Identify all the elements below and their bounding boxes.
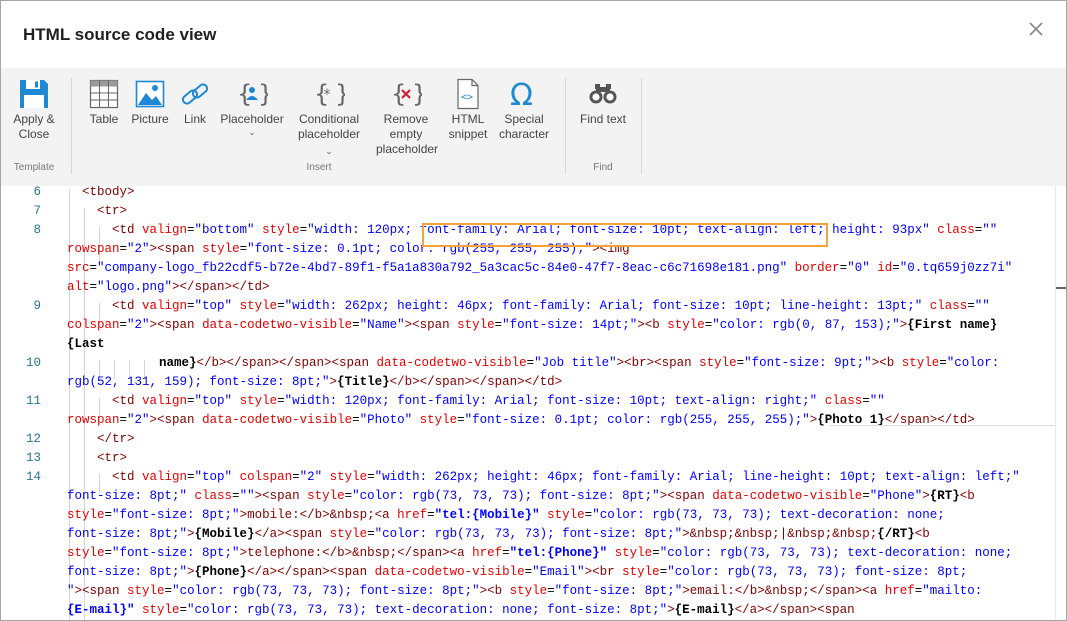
code-editor[interactable]: 6 7 8 9 10 11 12 13 14 <tbody> <tr> <td … [1, 186, 1055, 620]
code-line: <td valign="top" colspan="2" style="widt… [112, 470, 1020, 484]
svg-text:}: } [335, 80, 345, 108]
table-button[interactable]: Table [84, 78, 124, 127]
code-line: </tr> [97, 432, 135, 446]
placeholder-icon: { } [217, 78, 287, 110]
code-line: {E-mail}" style="color: rgb(73, 73, 73);… [67, 603, 855, 617]
code-line: <tr> [97, 204, 128, 218]
remove-empty-placeholder-button[interactable]: { } Remove empty placeholder [373, 78, 439, 157]
html-snippet-icon: <> [445, 78, 491, 110]
line-number: 13 [25, 451, 41, 465]
code-line: name}</b></span></span><span data-codetw… [159, 356, 1000, 370]
code-line: <tr> [97, 451, 128, 465]
special-character-button[interactable]: Ω Special character [495, 78, 553, 142]
code-line: font-size: 8pt;" class=""><span style="c… [67, 489, 975, 503]
highlight-box [422, 223, 828, 247]
scroll-position-marker [1056, 287, 1066, 289]
apply-close-button[interactable]: Apply & Close [7, 78, 61, 142]
line-number: 10 [25, 356, 41, 370]
group-label-template: Template [13, 162, 55, 173]
line-number: 14 [25, 470, 41, 484]
code-line: style="font-size: 8pt;">telephone:</b>&n… [67, 546, 1013, 560]
svg-text:}: } [258, 80, 268, 108]
code-line: {Last [67, 337, 105, 351]
vertical-scrollbar[interactable] [1055, 186, 1066, 620]
chevron-down-icon: ⌄ [248, 127, 256, 137]
code-line: rgb(52, 131, 159); font-size: 8pt;">{Tit… [67, 375, 563, 389]
dialog-title: HTML source code view [23, 25, 217, 44]
html-snippet-button[interactable]: <> HTML snippet [445, 78, 491, 142]
svg-text:*: * [324, 87, 331, 103]
table-icon [84, 78, 124, 110]
code-line: font-size: 8pt;">{Phone}</a></span><span… [67, 565, 968, 579]
group-separator [641, 78, 642, 174]
line-number: 6 [33, 186, 41, 199]
apply-close-label: Apply & Close [13, 112, 55, 141]
svg-text:}: } [412, 80, 422, 108]
group-label-find: Find [593, 162, 613, 173]
code-line: rowspan="2"><span data-codetwo-visible="… [67, 413, 975, 427]
svg-text:Ω: Ω [510, 78, 533, 110]
wrapped-line-marker [830, 425, 1055, 426]
code-line: "><span style="color: rgb(73, 73, 73); f… [67, 584, 983, 598]
svg-text:{: { [391, 80, 406, 108]
link-icon [175, 78, 215, 110]
placeholder-button[interactable]: { } Placeholder ⌄ [217, 78, 287, 137]
conditional-placeholder-icon: { } * [293, 78, 365, 110]
picture-label: Picture [131, 112, 169, 126]
table-label: Table [89, 112, 119, 126]
close-icon[interactable] [1026, 19, 1046, 39]
save-icon [7, 78, 61, 110]
remove-empty-placeholder-label: Remove empty placeholder [376, 112, 439, 156]
line-number: 9 [33, 299, 41, 313]
code-line: src="company-logo_fb22cdf5-b72e-4bd7-89f… [67, 261, 1013, 275]
chevron-down-icon: ⌄ [325, 146, 333, 156]
group-separator [565, 78, 566, 174]
conditional-placeholder-button[interactable]: { } * Conditional placeholder ⌄ [293, 78, 365, 159]
svg-text:<>: <> [461, 92, 473, 103]
ribbon-toolbar: Apply & Close Template Table Picture Lin… [1, 68, 1066, 186]
html-source-dialog: HTML source code view Apply & Close Temp… [0, 0, 1067, 621]
line-number: 8 [33, 223, 41, 237]
svg-text:{: { [237, 80, 252, 108]
conditional-placeholder-label: Conditional placeholder ⌄ [297, 112, 361, 156]
line-number: 11 [25, 394, 41, 408]
special-character-label: Special character [498, 112, 550, 141]
group-separator [71, 78, 72, 174]
code-line: <td valign="top" style="width: 120px; fo… [112, 394, 885, 408]
binoculars-icon [575, 78, 631, 110]
code-line: <tbody> [82, 186, 135, 199]
line-number: 12 [25, 432, 41, 446]
find-text-label: Find text [579, 112, 627, 126]
code-line: style="font-size: 8pt;">mobile:</b>&nbsp… [67, 508, 945, 522]
group-label-insert: Insert [306, 162, 332, 173]
code-line: <td valign="top" style="width: 262px; he… [112, 299, 990, 313]
code-line: colspan="2"><span data-codetwo-visible="… [67, 318, 998, 332]
code-line: alt="logo.png"></span></td> [67, 280, 270, 294]
find-text-button[interactable]: Find text [575, 78, 631, 127]
code-line: font-size: 8pt;">{Mobile}</a><span style… [67, 527, 930, 541]
link-label: Link [183, 112, 206, 126]
omega-icon: Ω [495, 78, 553, 110]
link-button[interactable]: Link [175, 78, 215, 127]
remove-placeholder-icon: { } [373, 78, 439, 110]
line-number: 7 [33, 204, 41, 218]
placeholder-label: Placeholder [220, 112, 284, 126]
picture-button[interactable]: Picture [129, 78, 171, 127]
picture-icon [129, 78, 171, 110]
html-snippet-label: HTML snippet [448, 112, 488, 141]
